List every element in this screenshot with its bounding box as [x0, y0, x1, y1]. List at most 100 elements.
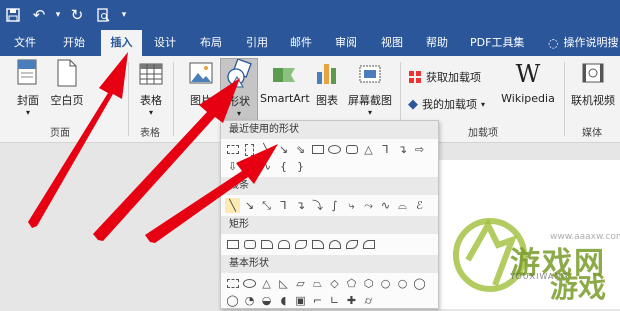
elbow-connector-shape[interactable]: ⅂ — [276, 198, 291, 213]
table-button[interactable]: 表格 ▾ — [133, 58, 169, 117]
pie-shape[interactable]: ◔ — [242, 293, 257, 308]
recent-shapes-row: ╲ ↘ ⇘ △ ⅂ ↴ ⇨ ⇩ ⌓ ∿ { } — [221, 139, 438, 177]
undo-icon[interactable]: ↶ — [26, 0, 52, 30]
tab-pdf-tools[interactable]: PDF工具集 — [470, 30, 524, 56]
curve-shape[interactable]: ∿ — [378, 198, 393, 213]
redo-icon[interactable]: ↻ — [64, 0, 90, 30]
tab-view[interactable]: 视图 — [381, 30, 403, 56]
snip-single-corner-rectangle-shape[interactable] — [259, 237, 274, 252]
vertical-text-box-shape[interactable] — [242, 142, 257, 157]
half-frame-shape[interactable]: ⌐ — [310, 293, 325, 308]
oval-shape[interactable] — [327, 142, 342, 157]
print-preview-icon[interactable] — [90, 0, 116, 30]
teardrop-shape[interactable]: ◖ — [276, 293, 291, 308]
arrow-line-shape[interactable]: ↘ — [242, 198, 257, 213]
octagon-shape[interactable]: ○ — [395, 276, 410, 291]
curve-shape[interactable]: ∿ — [259, 159, 274, 174]
pentagon-shape[interactable]: ⬠ — [344, 276, 359, 291]
screenshot-button[interactable]: 屏幕截图 ▾ — [344, 58, 396, 117]
picture-button[interactable]: 图片 — [184, 58, 218, 108]
chart-button[interactable]: 图表 — [312, 58, 342, 108]
smartart-button[interactable]: SmartArt — [260, 58, 310, 105]
watermark-text-2: 游戏 — [550, 271, 607, 304]
block-arrow-shape[interactable]: ⇘ — [293, 142, 308, 157]
left-brace-shape[interactable]: { — [276, 159, 291, 174]
ribbon-tabs: 文件 开始 插入 设计 布局 引用 邮件 审阅 视图 帮助 PDF工具集 ◌ 操… — [0, 30, 620, 56]
wikipedia-button[interactable]: W Wikipedia — [498, 58, 558, 105]
arrow-shape[interactable]: ↘ — [276, 142, 291, 157]
watermark-url: www.aaaxw.com — [550, 232, 620, 242]
curved-arrow-connector-shape[interactable]: ⤷ — [344, 198, 359, 213]
snip-diagonal-corner-rectangle-shape[interactable] — [293, 237, 308, 252]
rounded-rectangle-shape[interactable] — [242, 237, 257, 252]
heptagon-shape[interactable]: ○ — [378, 276, 393, 291]
triangle-shape[interactable]: △ — [259, 276, 274, 291]
my-addins-button[interactable]: ◆ 我的加载项 ▾ — [408, 96, 485, 112]
get-addins-button[interactable]: 获取加载项 — [408, 69, 481, 85]
elbow-arrow-connector-shape[interactable]: ↴ — [293, 198, 308, 213]
undo-dropdown-icon[interactable]: ▾ — [52, 0, 64, 30]
plus-shape[interactable]: ✚ — [344, 293, 359, 308]
store-icon — [409, 71, 421, 83]
dodecagon-shape[interactable]: ◯ — [225, 293, 240, 308]
text-box-shape[interactable] — [225, 276, 240, 291]
freeform-shape[interactable]: ⌓ — [395, 198, 410, 213]
oval-shape[interactable] — [242, 276, 257, 291]
addins-icon: ◆ — [408, 96, 418, 112]
triangle-shape[interactable]: △ — [361, 142, 376, 157]
scribble-shape[interactable]: ℰ — [412, 198, 427, 213]
save-icon[interactable] — [0, 0, 26, 30]
blank-page-button[interactable]: 空白页 — [48, 58, 86, 108]
snip-round-rectangle-shape[interactable] — [361, 237, 376, 252]
tab-home[interactable]: 开始 — [63, 30, 85, 56]
picture-icon — [189, 62, 213, 84]
trapezoid-shape[interactable]: ⏢ — [310, 276, 325, 291]
chord-shape[interactable]: ◒ — [259, 293, 274, 308]
cover-page-button[interactable]: 封面 ▾ — [8, 58, 48, 117]
shapes-button[interactable]: 形状 ▾ — [220, 58, 258, 122]
diamond-shape[interactable]: ◇ — [327, 276, 342, 291]
tab-design[interactable]: 设计 — [154, 30, 176, 56]
online-video-icon — [582, 63, 604, 83]
online-video-button[interactable]: 联机视频 — [568, 58, 618, 108]
decagon-shape[interactable]: ◯ — [412, 276, 427, 291]
snip-same-side-corner-rectangle-shape[interactable] — [276, 237, 291, 252]
double-arrow-line-shape[interactable]: ⤡ — [259, 198, 274, 213]
line-shape[interactable]: ╲ — [259, 142, 274, 157]
tab-references[interactable]: 引用 — [246, 30, 268, 56]
parallelogram-shape[interactable]: ▱ — [293, 276, 308, 291]
freeform-shape[interactable]: ⌓ — [242, 159, 257, 174]
curved-double-arrow-connector-shape[interactable]: ⤳ — [361, 198, 376, 213]
elbow-double-arrow-connector-shape[interactable]: ⤵ — [310, 198, 325, 213]
right-arrow-shape[interactable]: ⇨ — [412, 142, 427, 157]
tab-review[interactable]: 审阅 — [335, 30, 357, 56]
quick-access-toolbar: ↶ ▾ ↻ ▾ — [0, 0, 620, 30]
right-brace-shape[interactable]: } — [293, 159, 308, 174]
round-single-corner-rectangle-shape[interactable] — [310, 237, 325, 252]
rectangle-shape[interactable] — [225, 237, 240, 252]
tab-help[interactable]: 帮助 — [426, 30, 448, 56]
text-box-shape[interactable] — [225, 142, 240, 157]
can-shape[interactable]: ⌭ — [361, 293, 376, 308]
down-arrow-shape[interactable]: ⇩ — [225, 159, 240, 174]
elbow-connector-shape[interactable]: ⅂ — [378, 142, 393, 157]
group-divider — [128, 62, 129, 136]
group-label-pages: 页面 — [50, 128, 70, 139]
elbow-arrow-connector-shape[interactable]: ↴ — [395, 142, 410, 157]
round-same-side-corner-rectangle-shape[interactable] — [327, 237, 342, 252]
tab-mailings[interactable]: 邮件 — [290, 30, 312, 56]
tab-file[interactable]: 文件 — [14, 30, 36, 56]
curved-connector-shape[interactable]: ∫ — [327, 198, 342, 213]
customize-toolbar-icon[interactable]: ▾ — [116, 0, 132, 30]
right-triangle-shape[interactable]: ◺ — [276, 276, 291, 291]
tell-me-search[interactable]: ◌ 操作说明搜 — [548, 30, 618, 56]
l-shape-shape[interactable]: ∟ — [327, 293, 342, 308]
rectangle-shape[interactable] — [310, 142, 325, 157]
hexagon-shape[interactable]: ⬡ — [361, 276, 376, 291]
round-diagonal-corner-rectangle-shape[interactable] — [344, 237, 359, 252]
rounded-rectangle-shape[interactable] — [344, 142, 359, 157]
line-shape[interactable]: ╲ — [225, 198, 240, 213]
frame-shape[interactable]: ▣ — [293, 293, 308, 308]
tab-layout[interactable]: 布局 — [200, 30, 222, 56]
tab-insert[interactable]: 插入 — [101, 30, 142, 56]
